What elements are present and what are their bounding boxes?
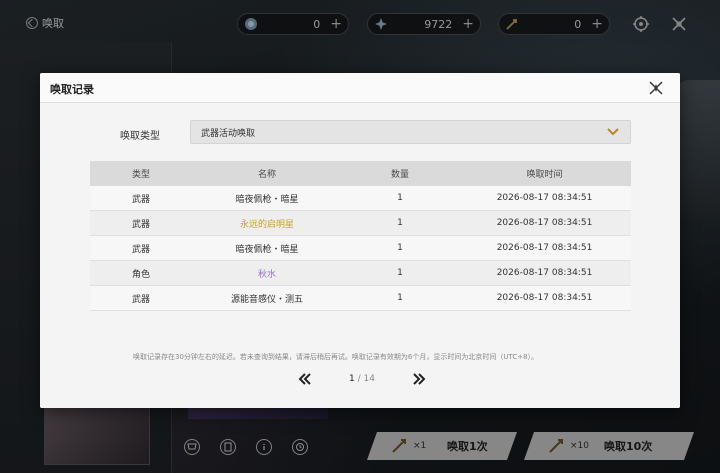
- column-header-name: 名称: [257, 170, 276, 180]
- cell-time: 2026-08-17 08:34:51: [496, 268, 593, 278]
- chevron-down-icon: [606, 126, 620, 138]
- delay-notice: 唤取记录存在30分钟左右的延迟。若未查询到结果，请滞后稍后再试。唤取记录有效期为…: [133, 353, 539, 361]
- cell-time: 2026-08-17 08:34:51: [496, 293, 593, 303]
- cell-type: 角色: [131, 269, 150, 280]
- pagination: 1 / 14: [297, 371, 427, 387]
- pull-type-value: 武器活动唤取: [201, 128, 256, 139]
- cell-qty: 1: [397, 268, 403, 278]
- cell-type: 武器: [131, 294, 150, 305]
- cell-time: 2026-08-17 08:34:51: [496, 243, 593, 253]
- close-icon: [649, 81, 663, 95]
- table-body: 武器 暗夜佩枪・暗星 1 2026-08-17 08:34:51 武器 永远的启明星 1 20…: [90, 186, 631, 311]
- table-row: 武器 源能音感仪・测五 1 2026-08-17 08:34:51: [90, 286, 631, 311]
- table-row: 武器 暗夜佩枪・暗星 1 2026-08-17 08:34:51: [90, 236, 631, 261]
- table-header: 类型 名称 数量 唤取时间: [90, 161, 631, 186]
- close-dialog-button[interactable]: [646, 78, 666, 98]
- pull-type-select[interactable]: 武器活动唤取: [190, 120, 631, 144]
- cell-name: 暗夜佩枪・暗星: [235, 244, 299, 255]
- filter-label: 唤取类型: [120, 131, 160, 142]
- table-row: 武器 永远的启明星 1 2026-08-17 08:34:51: [90, 211, 631, 236]
- current-page: 1: [349, 374, 355, 384]
- cell-name: 永远的启明星: [239, 219, 294, 230]
- table-row: 角色 秋水 1 2026-08-17 08:34:51: [90, 261, 631, 286]
- prev-page-button[interactable]: [297, 372, 313, 386]
- total-pages: / 14: [357, 374, 375, 384]
- cell-name: 秋水: [257, 269, 276, 280]
- double-chevron-left-icon: [298, 373, 311, 385]
- column-header-type: 类型: [131, 170, 150, 180]
- cell-qty: 1: [397, 293, 403, 303]
- cell-type: 武器: [131, 219, 150, 230]
- page-indicator: 1 / 14: [349, 374, 375, 384]
- pull-history-table: 类型 名称 数量 唤取时间 武器 暗夜佩枪・暗星 1 2026-08-17 08:34…: [90, 161, 631, 311]
- cell-time: 2026-08-17 08:34:51: [496, 218, 593, 228]
- dialog-body: 唤取类型 武器活动唤取 类型 名称 数量 唤取时间 武器 暗夜佩枪・暗星 1 2026…: [40, 103, 680, 408]
- double-chevron-right-icon: [413, 373, 426, 385]
- table-row: 武器 暗夜佩枪・暗星 1 2026-08-17 08:34:51: [90, 186, 631, 211]
- pull-history-dialog: 唤取记录 唤取类型 武器活动唤取 类型 名称 数量 唤取时间 武器 暗夜佩枪・暗星…: [40, 73, 680, 408]
- cell-qty: 1: [397, 243, 403, 253]
- cell-name: 暗夜佩枪・暗星: [235, 194, 299, 205]
- cell-type: 武器: [131, 244, 150, 255]
- dialog-header: 唤取记录: [40, 73, 680, 103]
- next-page-button[interactable]: [411, 372, 427, 386]
- cell-type: 武器: [131, 194, 150, 205]
- cell-name: 源能音感仪・测五: [230, 294, 303, 305]
- dialog-title: 唤取记录: [50, 83, 94, 96]
- cell-qty: 1: [397, 193, 403, 203]
- cell-time: 2026-08-17 08:34:51: [496, 193, 593, 203]
- column-header-time: 唤取时间: [526, 170, 563, 180]
- cell-qty: 1: [397, 218, 403, 228]
- column-header-qty: 数量: [390, 170, 409, 180]
